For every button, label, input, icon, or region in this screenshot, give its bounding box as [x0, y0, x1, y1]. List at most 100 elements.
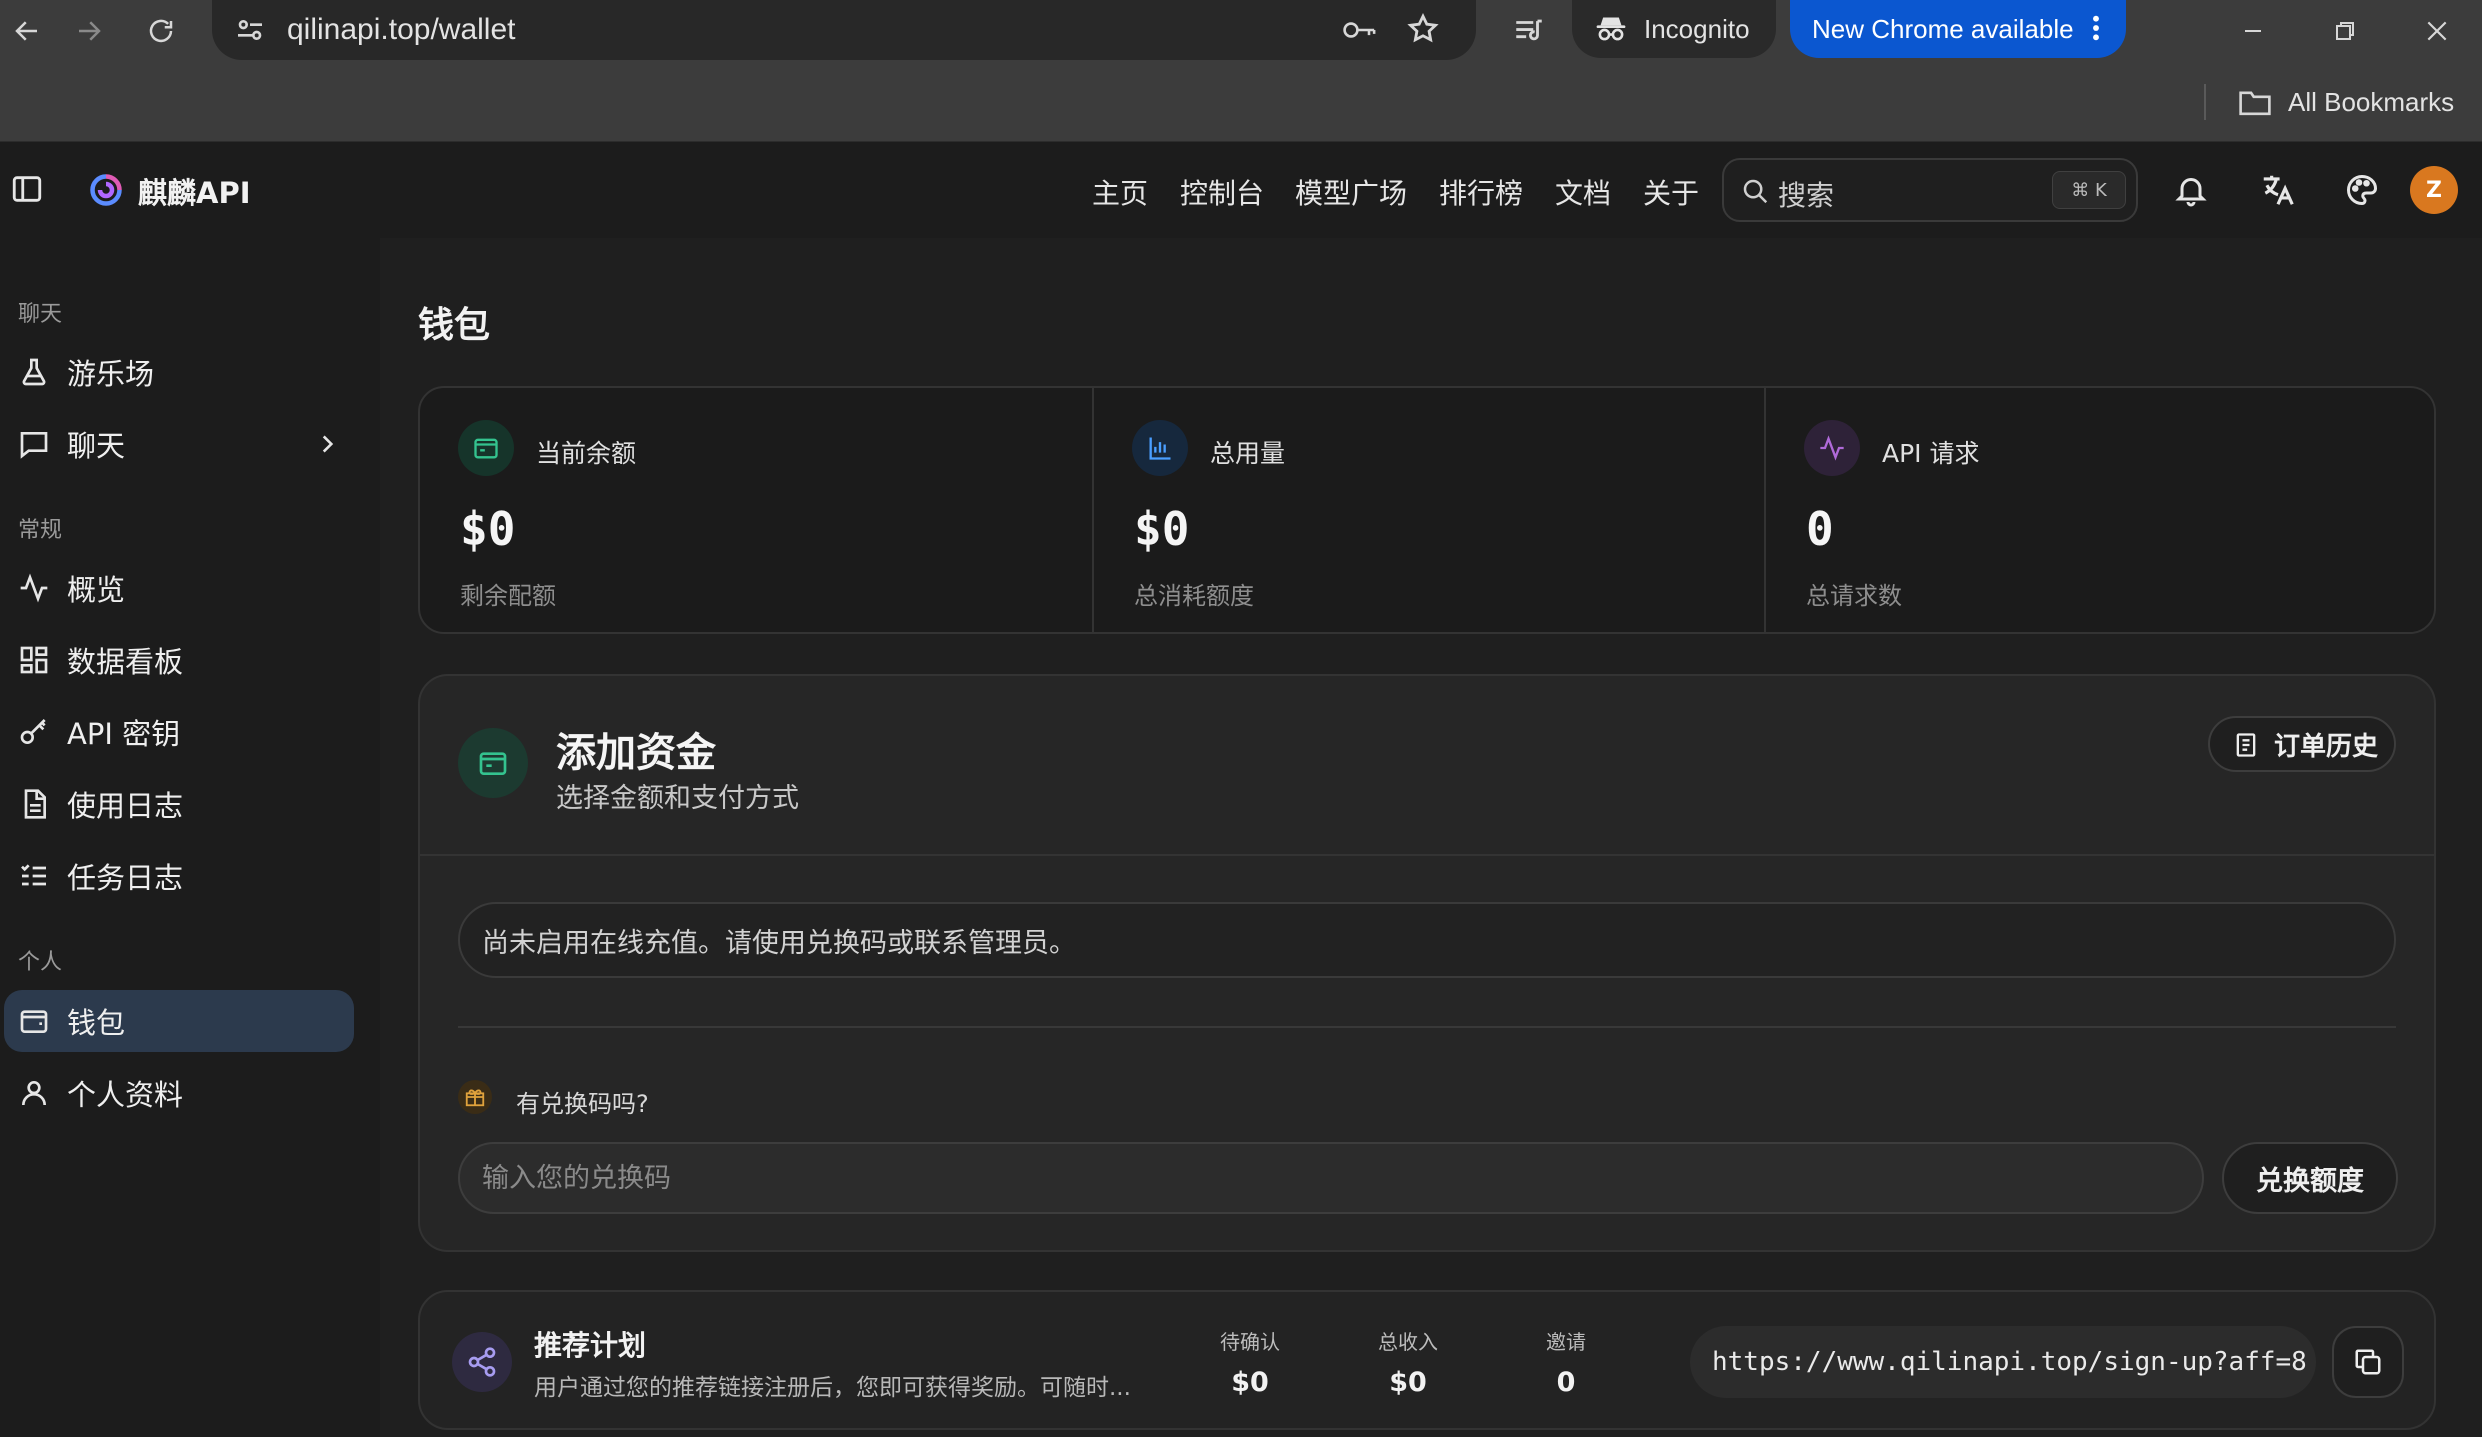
- chevron-right-icon[interactable]: [314, 431, 340, 457]
- search-box[interactable]: 搜索 ⌘ K: [1722, 158, 2138, 222]
- nav-console[interactable]: 控制台: [1180, 172, 1264, 212]
- add-funds-subtitle: 选择金额和支付方式: [556, 783, 799, 814]
- referral-card: 推荐计划 用户通过您的推荐链接注册后，您即可获得奖励。可随时... 待确认 $0…: [418, 1290, 2436, 1430]
- wallet-icon: [18, 1005, 50, 1037]
- stat-value: $0: [1134, 502, 1190, 556]
- sidebar-toggle-icon[interactable]: [10, 172, 44, 206]
- sidebar-item-playground[interactable]: 游乐场: [4, 341, 354, 403]
- checklist-icon: [18, 860, 50, 892]
- sidebar-item-wallet[interactable]: 钱包: [4, 990, 354, 1052]
- referral-description: 用户通过您的推荐链接注册后，您即可获得奖励。可随时...: [534, 1375, 1131, 1401]
- site-info-icon[interactable]: [234, 14, 266, 46]
- stat-balance: 当前余额 $0 剩余配额: [420, 388, 1092, 632]
- gift-icon: [458, 1080, 492, 1114]
- referral-stat-pending: 待确认 $0: [1190, 1326, 1310, 1398]
- referral-stat-value: 0: [1556, 1367, 1576, 1398]
- activity-icon: [1804, 420, 1860, 476]
- sidebar-item-label: 游乐场: [67, 357, 155, 391]
- brand-name[interactable]: 麒麟API: [138, 170, 251, 212]
- sidebar-item-label: 数据看板: [67, 645, 184, 679]
- stat-api-requests: API 请求 0 总请求数: [1764, 388, 2436, 632]
- referral-stat-income: 总收入 $0: [1348, 1326, 1468, 1398]
- translate-icon[interactable]: [2254, 166, 2302, 214]
- add-funds-card: 添加资金 选择金额和支付方式 订单历史 尚未启用在线充值。请使用兑换码或联系管理…: [418, 674, 2436, 1252]
- reading-list-icon[interactable]: [1502, 4, 1556, 58]
- document-icon: [18, 788, 50, 820]
- recharge-notice-text: 尚未启用在线充值。请使用兑换码或联系管理员。: [482, 927, 1076, 959]
- order-history-button[interactable]: 订单历史: [2208, 716, 2396, 772]
- nav-model-square[interactable]: 模型广场: [1295, 172, 1407, 212]
- sidebar-section-personal: 个人: [18, 950, 63, 975]
- sidebar-item-dashboard[interactable]: 数据看板: [4, 629, 354, 691]
- nav-docs[interactable]: 文档: [1555, 172, 1611, 212]
- section-divider: [458, 1026, 2396, 1028]
- sidebar-item-usage-logs[interactable]: 使用日志: [4, 773, 354, 835]
- notification-bell-icon[interactable]: [2167, 166, 2215, 214]
- close-icon[interactable]: [2410, 4, 2464, 58]
- sidebar-item-label: 任务日志: [67, 861, 184, 895]
- sidebar-item-label: 钱包: [67, 1006, 126, 1040]
- sidebar-item-api-keys[interactable]: API 密钥: [4, 701, 354, 763]
- search-placeholder: 搜索: [1778, 179, 1835, 212]
- incognito-indicator[interactable]: Incognito: [1572, 0, 1776, 58]
- referral-stat-value: $0: [1231, 1367, 1269, 1398]
- referral-stat-label: 邀请: [1546, 1330, 1586, 1354]
- restore-icon[interactable]: [2318, 4, 2372, 58]
- main-content: 钱包 当前余额 $0 剩余配额 总用量 $0 总消耗额度 API 请求 0 总请…: [380, 238, 2482, 1437]
- sidebar-item-task-logs[interactable]: 任务日志: [4, 845, 354, 907]
- sidebar-item-overview[interactable]: 概览: [4, 557, 354, 619]
- sidebar-item-chat[interactable]: 聊天: [4, 413, 354, 475]
- sidebar-item-label: 概览: [67, 573, 126, 607]
- redeem-button[interactable]: 兑换额度: [2222, 1142, 2398, 1214]
- url-text[interactable]: qilinapi.top/wallet: [287, 13, 515, 47]
- incognito-icon: [1594, 12, 1628, 44]
- redeem-code-input[interactable]: [458, 1142, 2204, 1214]
- stat-name: 总用量: [1210, 439, 1286, 468]
- back-icon[interactable]: [0, 4, 54, 58]
- brand-logo-icon[interactable]: [88, 172, 124, 208]
- referral-link-field[interactable]: https://www.qilinapi.top/sign-up?aff=8: [1690, 1326, 2316, 1398]
- theme-palette-icon[interactable]: [2338, 166, 2386, 214]
- stat-total-usage: 总用量 $0 总消耗额度: [1092, 388, 1764, 632]
- stat-value: 0: [1806, 502, 1834, 556]
- nav-home[interactable]: 主页: [1092, 172, 1148, 212]
- wallet-icon: [458, 420, 514, 476]
- redeem-question: 有兑换码吗?: [516, 1090, 649, 1118]
- minimize-icon[interactable]: [2226, 4, 2280, 58]
- copy-icon: [2353, 1347, 2383, 1377]
- forward-icon[interactable]: [62, 4, 116, 58]
- order-history-label: 订单历史: [2274, 731, 2379, 762]
- copy-link-button[interactable]: [2332, 1326, 2404, 1398]
- reload-icon[interactable]: [134, 4, 188, 58]
- search-shortcut: ⌘ K: [2052, 171, 2126, 209]
- chrome-update-button[interactable]: New Chrome available: [1790, 0, 2126, 58]
- stat-subtitle: 总消耗额度: [1134, 582, 1254, 610]
- nav-leaderboard[interactable]: 排行榜: [1439, 172, 1523, 212]
- all-bookmarks-button[interactable]: All Bookmarks: [2238, 82, 2454, 122]
- recharge-notice: 尚未启用在线充值。请使用兑换码或联系管理员。: [458, 902, 2396, 978]
- sidebar-item-label: 个人资料: [67, 1078, 184, 1112]
- sidebar-item-profile[interactable]: 个人资料: [4, 1062, 354, 1124]
- folder-icon: [2238, 87, 2272, 117]
- flask-icon: [18, 356, 50, 388]
- chat-icon: [18, 428, 50, 460]
- referral-title: 推荐计划: [534, 1329, 647, 1362]
- key-icon: [18, 716, 50, 748]
- referral-stat-invites: 邀请 0: [1506, 1326, 1626, 1398]
- referral-stat-label: 待确认: [1220, 1330, 1280, 1354]
- referral-link-text[interactable]: https://www.qilinapi.top/sign-up?aff=8: [1712, 1347, 2307, 1377]
- stat-name: API 请求: [1882, 439, 1980, 468]
- browser-toolbar: qilinapi.top/wallet Incognito New Chrome…: [0, 0, 2482, 62]
- avatar[interactable]: Z: [2410, 166, 2458, 214]
- password-key-icon[interactable]: [1342, 14, 1378, 46]
- bookmark-star-icon[interactable]: [1406, 12, 1440, 46]
- sidebar-section-general: 常规: [18, 518, 63, 543]
- incognito-label: Incognito: [1644, 13, 1750, 44]
- sidebar-item-label: 聊天: [67, 429, 126, 463]
- share-icon: [452, 1332, 512, 1392]
- nav-about[interactable]: 关于: [1643, 172, 1699, 212]
- bar-chart-icon: [1132, 420, 1188, 476]
- update-label: New Chrome available: [1812, 13, 2074, 44]
- address-bar[interactable]: qilinapi.top/wallet: [212, 0, 1476, 60]
- receipt-icon: [2232, 731, 2260, 759]
